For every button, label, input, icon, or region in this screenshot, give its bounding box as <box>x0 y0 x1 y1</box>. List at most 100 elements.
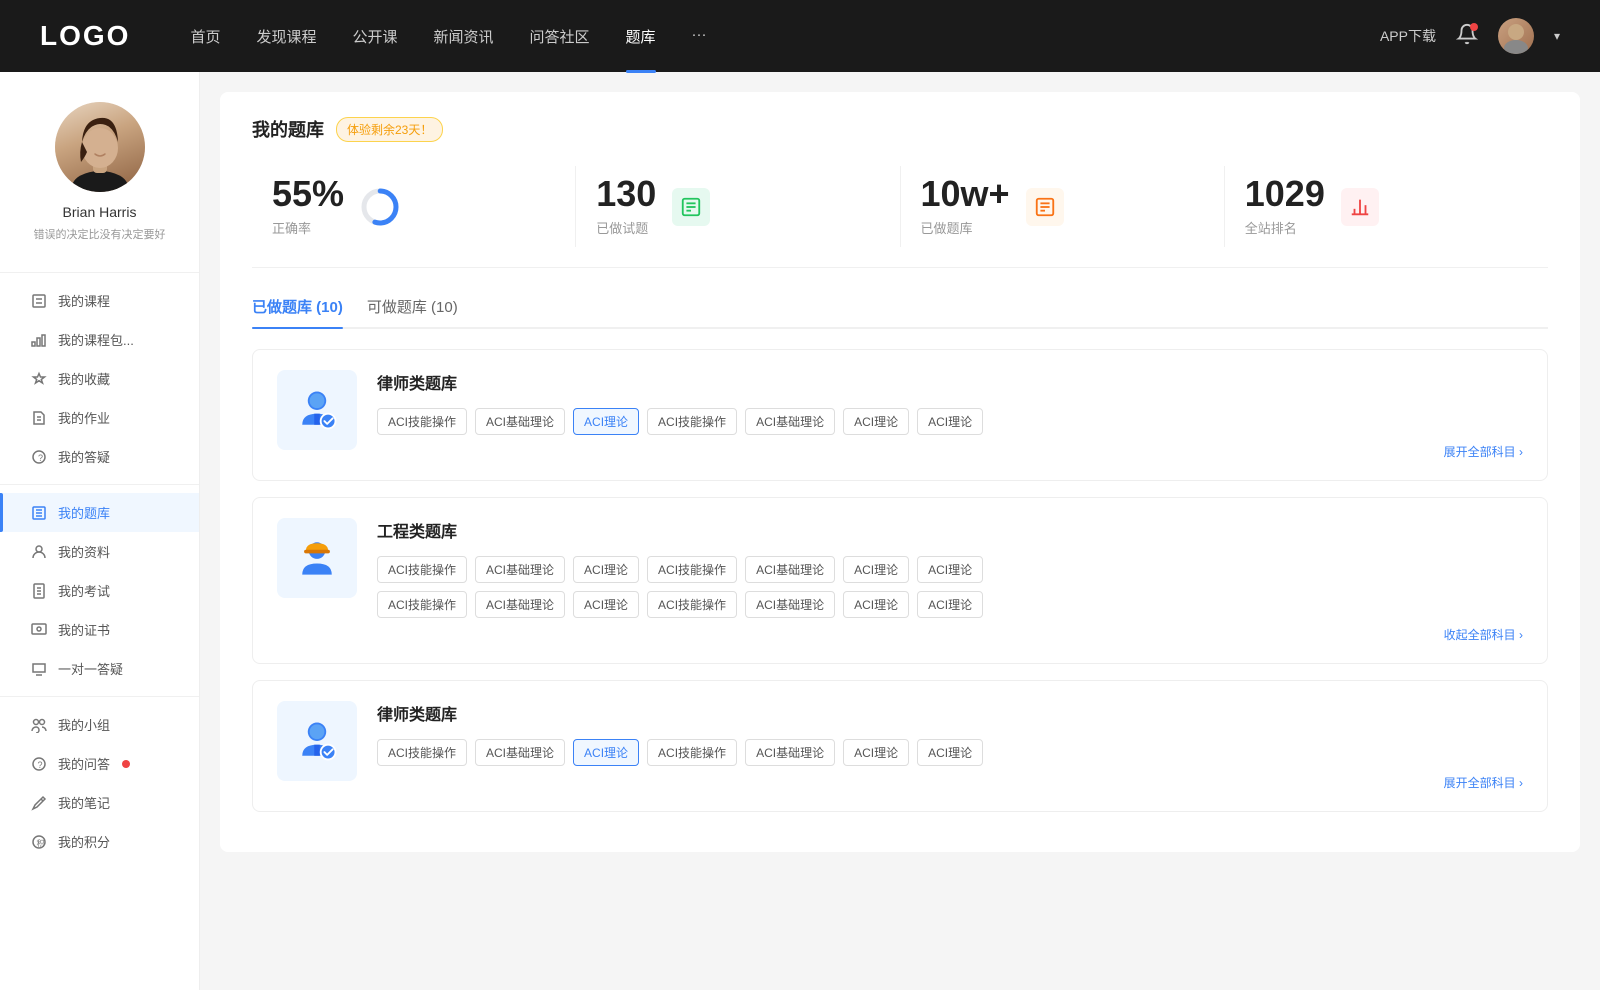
stat-accuracy: 55% 正确率 <box>252 166 576 247</box>
tag-eng-r1-1[interactable]: ACI基础理论 <box>475 556 565 583</box>
certificate-icon <box>30 621 48 639</box>
banks-done-icon <box>1026 188 1064 226</box>
bank-title-lawyer-2: 律师类题库 <box>377 701 1523 725</box>
tag-lawyer1-0[interactable]: ACI技能操作 <box>377 408 467 435</box>
nav-discover[interactable]: 发现课程 <box>256 26 316 47</box>
tag-eng-r1-5[interactable]: ACI理论 <box>843 556 909 583</box>
user-menu-dropdown-icon[interactable]: ▾ <box>1554 29 1560 43</box>
tag-lawyer1-1[interactable]: ACI基础理论 <box>475 408 565 435</box>
tag-eng-r2-2[interactable]: ACI理论 <box>573 591 639 618</box>
tag-eng-r1-2[interactable]: ACI理论 <box>573 556 639 583</box>
tag-eng-r1-3[interactable]: ACI技能操作 <box>647 556 737 583</box>
svg-text:?: ? <box>38 453 43 463</box>
tag-lawyer1-3[interactable]: ACI技能操作 <box>647 408 737 435</box>
sidebar-divider-1 <box>0 272 199 273</box>
tag-lawyer2-3[interactable]: ACI技能操作 <box>647 739 737 766</box>
stat-rank-value: 1029 <box>1245 176 1325 212</box>
rank-icon <box>1341 188 1379 226</box>
questions-done-icon <box>672 188 710 226</box>
tag-lawyer2-4[interactable]: ACI基础理论 <box>745 739 835 766</box>
sidebar-label-exam: 我的考试 <box>58 581 110 600</box>
sidebar-item-favorites[interactable]: 我的收藏 <box>0 359 199 398</box>
svg-text:积: 积 <box>37 838 45 848</box>
sidebar-label-group: 我的小组 <box>58 715 110 734</box>
sidebar-label-favorites: 我的收藏 <box>58 369 110 388</box>
tag-lawyer1-6[interactable]: ACI理论 <box>917 408 983 435</box>
notes-icon <box>30 794 48 812</box>
stat-rank-label: 全站排名 <box>1245 218 1325 237</box>
bank-tags-lawyer-1: ACI技能操作 ACI基础理论 ACI理论 ACI技能操作 ACI基础理论 AC… <box>377 408 1523 435</box>
tag-lawyer2-5[interactable]: ACI理论 <box>843 739 909 766</box>
sidebar-item-my-qa[interactable]: ? 我的问答 <box>0 744 199 783</box>
bank-title-engineer: 工程类题库 <box>377 518 1523 542</box>
sidebar-label-my-qa: 我的问答 <box>58 754 110 773</box>
main-content: 我的题库 体验剩余23天！ 55% 正确率 <box>200 72 1600 990</box>
tab-available-banks[interactable]: 可做题库 (10) <box>367 296 458 327</box>
stat-rank: 1029 全站排名 <box>1225 166 1548 247</box>
nav-more[interactable]: ··· <box>692 26 707 47</box>
bank-tags-engineer-row1: ACI技能操作 ACI基础理论 ACI理论 ACI技能操作 ACI基础理论 AC… <box>377 556 1523 583</box>
bank-content-lawyer-2: 律师类题库 ACI技能操作 ACI基础理论 ACI理论 ACI技能操作 ACI基… <box>377 701 1523 791</box>
stat-questions-value: 130 <box>596 176 656 212</box>
sidebar-item-profile[interactable]: 我的资料 <box>0 532 199 571</box>
sidebar-item-homework[interactable]: 我的作业 <box>0 398 199 437</box>
tag-eng-r2-1[interactable]: ACI基础理论 <box>475 591 565 618</box>
sidebar-item-points[interactable]: 积 我的积分 <box>0 822 199 861</box>
sidebar-profile: Brian Harris 错误的决定比没有决定要好 <box>0 102 199 262</box>
sidebar-item-certificate[interactable]: 我的证书 <box>0 610 199 649</box>
stat-banks-label: 已做题库 <box>921 218 1010 237</box>
tag-eng-r2-3[interactable]: ACI技能操作 <box>647 591 737 618</box>
tag-lawyer2-6[interactable]: ACI理论 <box>917 739 983 766</box>
expand-link-lawyer-2[interactable]: 展开全部科目 › <box>377 774 1523 791</box>
sidebar-label-course-pack: 我的课程包... <box>58 330 134 349</box>
tag-eng-r2-4[interactable]: ACI基础理论 <box>745 591 835 618</box>
nav-news[interactable]: 新闻资讯 <box>434 26 494 47</box>
sidebar-item-group[interactable]: 我的小组 <box>0 705 199 744</box>
sidebar-item-qa[interactable]: ? 我的答疑 <box>0 437 199 476</box>
tag-lawyer2-0[interactable]: ACI技能操作 <box>377 739 467 766</box>
sidebar-item-notes[interactable]: 我的笔记 <box>0 783 199 822</box>
bank-icon-lawyer-2 <box>277 701 357 781</box>
sidebar-label-notes: 我的笔记 <box>58 793 110 812</box>
tag-lawyer2-1[interactable]: ACI基础理论 <box>475 739 565 766</box>
courses-icon <box>30 292 48 310</box>
tag-eng-r2-6[interactable]: ACI理论 <box>917 591 983 618</box>
sidebar-item-exam[interactable]: 我的考试 <box>0 571 199 610</box>
user-name: Brian Harris <box>63 204 137 220</box>
homework-icon <box>30 409 48 427</box>
stat-banks-done: 10w+ 已做题库 <box>901 166 1225 247</box>
tag-eng-r1-0[interactable]: ACI技能操作 <box>377 556 467 583</box>
sidebar-item-question-bank[interactable]: 我的题库 <box>0 493 199 532</box>
collapse-link-engineer[interactable]: 收起全部科目 › <box>377 626 1523 643</box>
tag-lawyer1-2[interactable]: ACI理论 <box>573 408 639 435</box>
sidebar-item-courses[interactable]: 我的课程 <box>0 281 199 320</box>
tag-eng-r1-6[interactable]: ACI理论 <box>917 556 983 583</box>
nav-home[interactable]: 首页 <box>190 26 220 47</box>
stat-questions-done: 130 已做试题 <box>576 166 900 247</box>
tag-lawyer1-5[interactable]: ACI理论 <box>843 408 909 435</box>
tab-done-banks[interactable]: 已做题库 (10) <box>252 296 343 327</box>
sidebar-item-course-pack[interactable]: 我的课程包... <box>0 320 199 359</box>
nav-qa[interactable]: 问答社区 <box>530 26 590 47</box>
bank-icon-engineer <box>277 518 357 598</box>
expand-link-lawyer-1[interactable]: 展开全部科目 › <box>377 443 1523 460</box>
tag-lawyer1-4[interactable]: ACI基础理论 <box>745 408 835 435</box>
sidebar-item-one-on-one[interactable]: 一对一答疑 <box>0 649 199 688</box>
tag-eng-r1-4[interactable]: ACI基础理论 <box>745 556 835 583</box>
stat-accuracy-label: 正确率 <box>272 218 344 237</box>
page-layout: Brian Harris 错误的决定比没有决定要好 我的课程 <box>0 72 1600 990</box>
notification-bell[interactable] <box>1456 23 1478 50</box>
tag-eng-r2-5[interactable]: ACI理论 <box>843 591 909 618</box>
tag-eng-r2-0[interactable]: ACI技能操作 <box>377 591 467 618</box>
nav-opencourse[interactable]: 公开课 <box>352 26 397 47</box>
nav-questions[interactable]: 题库 <box>626 26 656 47</box>
avatar[interactable] <box>1498 18 1534 54</box>
user-motto: 错误的决定比没有决定要好 <box>24 226 176 242</box>
tag-lawyer2-2[interactable]: ACI理论 <box>573 739 639 766</box>
page-header: 我的题库 体验剩余23天！ <box>252 116 1548 142</box>
app-download-button[interactable]: APP下载 <box>1380 26 1436 46</box>
notification-dot <box>1470 23 1478 31</box>
bank-section-engineer: 工程类题库 ACI技能操作 ACI基础理论 ACI理论 ACI技能操作 ACI基… <box>252 497 1548 664</box>
logo: LOGO <box>40 20 130 52</box>
bank-section-lawyer-2: 律师类题库 ACI技能操作 ACI基础理论 ACI理论 ACI技能操作 ACI基… <box>252 680 1548 812</box>
